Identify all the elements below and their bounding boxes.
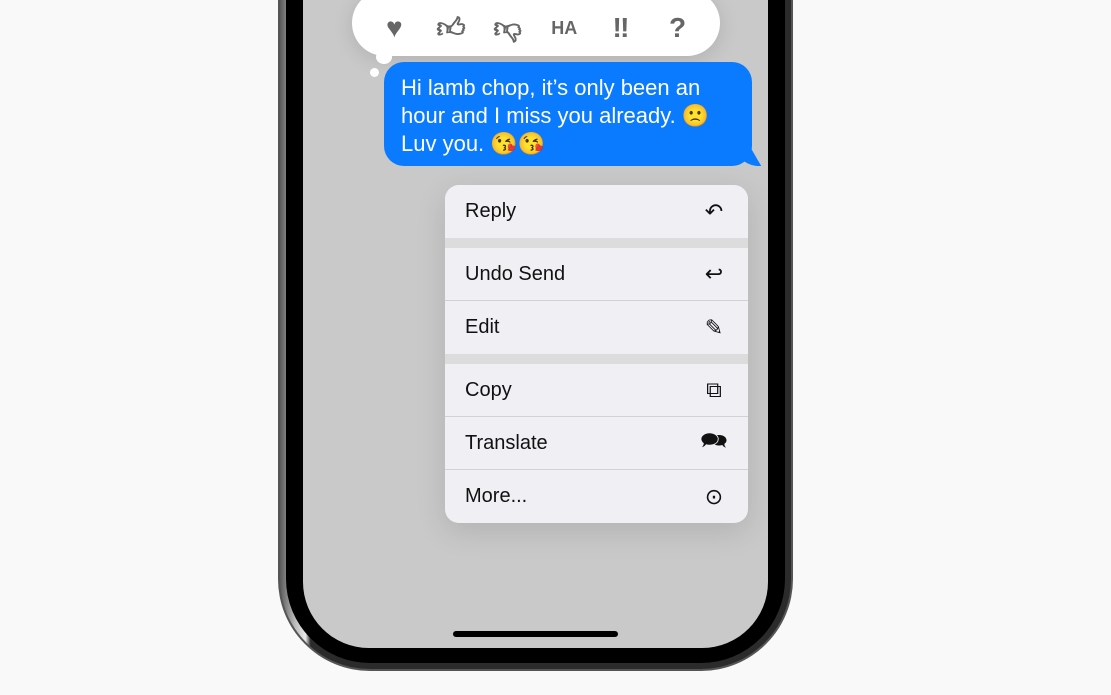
menu-label: Translate [465,431,548,454]
exclamation-icon[interactable]: ‼ [601,12,641,44]
copy-icon: ⧉ [706,377,722,402]
translate-icon: 🗪 [700,428,728,453]
menu-label: Copy [465,378,512,401]
undo-icon: ↩ [704,261,724,286]
context-menu: Reply ↶ Undo Send ↩ Edit ✎ Copy ⧉ Translate 🗪… [445,185,748,523]
tapback-bar: ♥ 👍︎ 👎︎ HA ‼ ? [352,0,720,56]
menu-separator [445,238,748,248]
pencil-icon: ✎ [704,314,724,340]
menu-separator [445,354,748,364]
menu-label: Edit [465,316,500,338]
menu-item-undo-send[interactable]: Undo Send ↩ [445,248,748,301]
menu-item-edit[interactable]: Edit ✎ [445,301,748,354]
haha-icon[interactable]: HA [544,18,584,39]
menu-item-translate[interactable]: Translate 🗪 [445,417,748,470]
tapback-tail [376,50,392,64]
heart-icon[interactable]: ♥ [374,12,414,44]
more-icon: ⊙ [704,483,724,509]
menu-label: Undo Send [465,262,566,285]
home-indicator[interactable] [453,631,618,637]
menu-label: Reply [465,200,517,222]
thumbs-down-icon[interactable]: 👎︎ [488,11,528,45]
menu-label: More... [465,485,528,507]
message-text: Hi lamb chop, it’s only been an hour and… [401,75,710,156]
message-bubble[interactable]: Hi lamb chop, it’s only been an hour and… [384,62,752,166]
question-icon[interactable]: ? [658,12,698,44]
reply-icon: ↶ [704,198,724,224]
menu-item-reply[interactable]: Reply ↶ [445,185,748,238]
menu-item-copy[interactable]: Copy ⧉ [445,364,748,417]
menu-item-more[interactable]: More... ⊙ [445,470,748,523]
thumbs-up-icon[interactable]: 👍︎ [431,11,471,45]
tapback-tail-dot [370,68,379,77]
